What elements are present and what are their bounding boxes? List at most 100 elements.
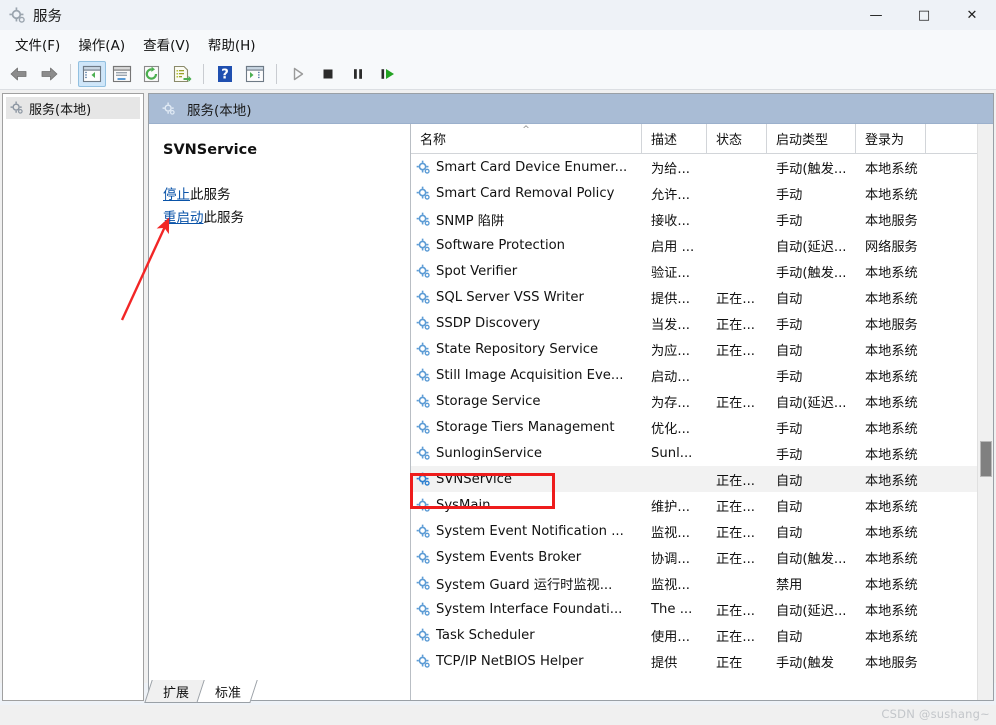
cell-service-name: Still Image Acquisition Eve... xyxy=(411,367,642,384)
help-icon[interactable]: ? xyxy=(211,61,239,87)
pane-header: 服务(本地) xyxy=(149,94,993,124)
cell-service-name: Software Protection xyxy=(411,237,642,254)
table-row[interactable]: System Event Notification ... 监视... 正在... 自… xyxy=(411,518,993,544)
maximize-button[interactable]: □ xyxy=(900,0,948,30)
table-row[interactable]: Smart Card Removal Policy 允许... 手动 本地系统 xyxy=(411,180,993,206)
stop-service-icon[interactable] xyxy=(314,61,342,87)
table-row[interactable]: SysMain 维护... 正在... 自动 本地系统 xyxy=(411,492,993,518)
export-list-icon[interactable] xyxy=(168,61,196,87)
cell-description: 为存... xyxy=(651,395,690,411)
tab-standard[interactable]: 标准 xyxy=(196,680,258,703)
restart-service-suffix: 此服务 xyxy=(203,210,245,226)
menu-help[interactable]: 帮助(H) xyxy=(199,31,265,57)
restart-service-icon[interactable] xyxy=(374,61,402,87)
stop-service-suffix: 此服务 xyxy=(190,187,231,203)
gear-icon xyxy=(415,419,432,436)
view-tabs: 扩展 标准 xyxy=(144,678,994,703)
cell-description: 监视... xyxy=(651,577,690,593)
close-button[interactable]: ✕ xyxy=(948,0,996,30)
table-row[interactable]: System Interface Foundati... The ... 正在...… xyxy=(411,596,993,622)
column-header-log-on-as[interactable]: 登录为 xyxy=(856,124,926,153)
table-row[interactable]: SunloginService Sunl... 手动 本地系统 xyxy=(411,440,993,466)
cell-startup-type: 手动(触发... xyxy=(776,161,847,177)
toolbar-separator xyxy=(203,63,204,84)
scrollbar-thumb[interactable] xyxy=(980,441,992,477)
table-row[interactable]: State Repository Service 为应... 正在... 自动 本地系统 xyxy=(411,336,993,362)
restart-service-link[interactable]: 重启动 xyxy=(163,210,204,226)
cell-description: 协调... xyxy=(651,551,690,567)
table-row[interactable]: Spot Verifier 验证... 手动(触发... 本地系统 xyxy=(411,258,993,284)
cell-service-name: SVNService xyxy=(411,471,642,488)
menu-view[interactable]: 查看(V) xyxy=(134,31,199,57)
table-row[interactable]: Storage Tiers Management 优化... 手动 本地系统 xyxy=(411,414,993,440)
minimize-button[interactable]: — xyxy=(852,0,900,30)
cell-status: 正在... xyxy=(716,499,755,515)
cell-startup-type: 自动(触发... xyxy=(776,551,847,567)
show-action-pane-icon[interactable] xyxy=(241,61,269,87)
column-header-label: 登录为 xyxy=(865,133,905,148)
column-header-description[interactable]: 描述 xyxy=(642,124,707,153)
table-row[interactable]: Software Protection 启用 ... 自动(延迟... 网络服务 xyxy=(411,232,993,258)
gear-icon xyxy=(415,237,432,254)
cell-description: Sunl... xyxy=(651,445,693,461)
cell-service-name: Smart Card Device Enumer... xyxy=(411,159,642,176)
cell-log-on-as: 本地系统 xyxy=(865,629,918,645)
table-row[interactable]: SQL Server VSS Writer 提供... 正在... 自动 本地系统 xyxy=(411,284,993,310)
forward-icon[interactable] xyxy=(35,61,63,87)
gear-icon xyxy=(415,185,432,202)
cell-description: 允许... xyxy=(651,187,690,203)
service-name-text: SunloginService xyxy=(436,445,542,461)
stop-service-link[interactable]: 停止 xyxy=(163,187,190,203)
cell-log-on-as: 本地系统 xyxy=(865,161,918,177)
selected-service-name: SVNService xyxy=(163,142,258,158)
tab-label: 扩展 xyxy=(163,685,190,701)
menu-action[interactable]: 操作(A) xyxy=(69,31,134,57)
status-bar xyxy=(0,705,996,725)
table-row[interactable]: SNMP 陷阱 接收... 手动 本地服务 xyxy=(411,206,993,232)
column-header-status[interactable]: 状态 xyxy=(707,124,767,153)
cell-status: 正在... xyxy=(716,603,755,619)
cell-service-name: System Guard 运行时监视... xyxy=(411,574,642,593)
column-header-startup-type[interactable]: 启动类型 xyxy=(767,124,856,153)
cell-status: 正在... xyxy=(716,395,755,411)
table-row[interactable]: Still Image Acquisition Eve... 启动... 手动 本地系… xyxy=(411,362,993,388)
show-hide-console-tree-icon[interactable] xyxy=(78,60,106,87)
restart-service-line: 重启动此服务 xyxy=(163,207,410,230)
cell-description: 使用... xyxy=(651,629,690,645)
toolbar: ? xyxy=(0,58,996,90)
service-name-text: Task Scheduler xyxy=(436,627,535,643)
table-row[interactable]: System Events Broker 协调... 正在... 自动(触发... 本地… xyxy=(411,544,993,570)
service-name-text: State Repository Service xyxy=(436,341,599,357)
column-header-name[interactable]: ^ 名称 xyxy=(411,124,642,153)
cell-status: 正在... xyxy=(716,551,755,567)
window-controls: — □ ✕ xyxy=(852,0,996,30)
cell-status: 正在... xyxy=(716,291,755,307)
sort-ascending-icon: ^ xyxy=(522,125,530,135)
table-row[interactable]: Storage Service 为存... 正在... 自动(延迟... 本地系统 xyxy=(411,388,993,414)
properties-icon[interactable] xyxy=(108,61,136,87)
back-icon[interactable] xyxy=(5,61,33,87)
cell-startup-type: 手动 xyxy=(776,421,803,437)
cell-startup-type: 手动 xyxy=(776,369,803,385)
cell-startup-type: 自动 xyxy=(776,473,803,489)
refresh-icon[interactable] xyxy=(138,61,166,87)
table-row[interactable]: Task Scheduler 使用... 正在... 自动 本地系统 xyxy=(411,622,993,648)
cell-startup-type: 手动 xyxy=(776,187,803,203)
table-row[interactable]: System Guard 运行时监视... 监视... 禁用 本地系统 xyxy=(411,570,993,596)
table-row[interactable]: Smart Card Device Enumer... 为给... 手动(触发...… xyxy=(411,154,993,180)
tree-node-services-local[interactable]: 服务(本地) xyxy=(6,97,140,119)
table-row[interactable]: TCP/IP NetBIOS Helper 提供 正在 手动(触发 本地服务 xyxy=(411,648,993,674)
list-vertical-scrollbar[interactable] xyxy=(977,124,993,700)
cell-startup-type: 自动 xyxy=(776,629,803,645)
table-row[interactable]: SSDP Discovery 当发... 正在... 手动 本地服务 xyxy=(411,310,993,336)
cell-description: 提供... xyxy=(651,291,690,307)
menu-file[interactable]: 文件(F) xyxy=(6,31,69,57)
table-row[interactable]: SVNService 正在... 自动 本地系统 xyxy=(411,466,993,492)
cell-startup-type: 自动(延迟... xyxy=(776,603,847,619)
start-service-icon[interactable] xyxy=(284,61,312,87)
service-name-text: Smart Card Removal Policy xyxy=(436,185,615,201)
cell-startup-type: 手动 xyxy=(776,447,803,463)
gear-icon xyxy=(415,627,432,644)
pause-service-icon[interactable] xyxy=(344,61,372,87)
cell-log-on-as: 本地系统 xyxy=(865,473,918,489)
